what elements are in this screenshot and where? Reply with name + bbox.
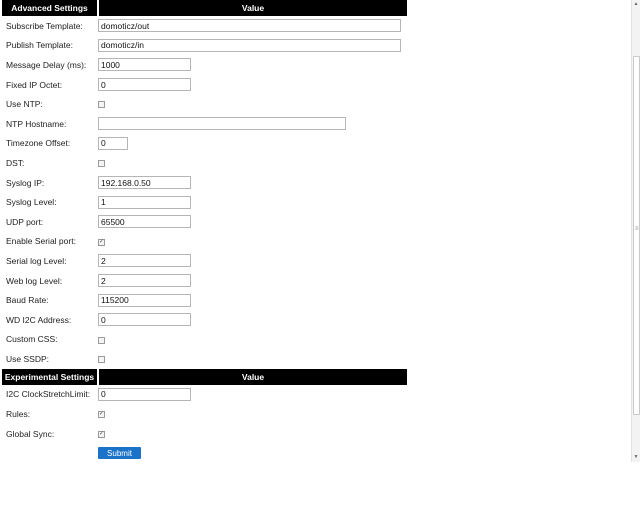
publish-template-input[interactable] <box>98 38 401 52</box>
scroll-up-arrow-icon[interactable]: ▲ <box>633 1 639 7</box>
udp-port-input[interactable] <box>98 215 191 229</box>
web-log-level-label: Web log Level: <box>6 275 63 286</box>
dst-checkbox[interactable] <box>98 160 105 168</box>
syslog-level-label: Syslog Level: <box>6 197 57 208</box>
syslog-ip-input[interactable] <box>98 176 191 190</box>
setting-row-syslog-ip: Syslog IP: <box>2 173 407 193</box>
enable-serial-port-label: Enable Serial port: <box>6 236 76 247</box>
baud-rate-input[interactable] <box>98 293 191 307</box>
use-ssdp-label: Use SSDP: <box>6 353 49 364</box>
fixed-ip-octet-input[interactable] <box>98 78 191 92</box>
use-ssdp-checkbox[interactable] <box>98 356 105 364</box>
syslog-ip-label: Syslog IP: <box>6 177 45 188</box>
subscribe-template-input[interactable] <box>98 19 401 33</box>
setting-row-custom-css: Custom CSS: <box>2 330 407 350</box>
setting-row-fixed-ip-octet: Fixed IP Octet: <box>2 75 407 95</box>
custom-css-checkbox[interactable] <box>98 336 105 344</box>
message-delay-input[interactable] <box>98 58 191 72</box>
wd-i2c-address-input[interactable] <box>98 313 191 327</box>
setting-row-timezone-offset: Timezone Offset: <box>2 134 407 154</box>
vertical-scrollbar[interactable]: ▲ ≡ ▼ <box>631 0 640 462</box>
wd-i2c-address-label: WD I2C Address: <box>6 314 72 325</box>
setting-row-publish-template: Publish Template: <box>2 36 407 56</box>
ntp-hostname-label: NTP Hostname: <box>6 118 67 129</box>
setting-row-baud-rate: Baud Rate: <box>2 290 407 310</box>
publish-template-label: Publish Template: <box>6 40 73 51</box>
setting-row-serial-log-level: Serial log Level: <box>2 251 407 271</box>
dst-label: DST: <box>6 157 25 168</box>
serial-log-level-label: Serial log Level: <box>6 255 67 266</box>
experimental-settings-header: Experimental Settings Value <box>2 368 407 385</box>
experimental-settings-heading: Experimental Settings <box>2 368 99 385</box>
i2c-clockstretchlimit-input[interactable] <box>98 387 191 401</box>
subscribe-template-label: Subscribe Template: <box>6 20 83 31</box>
setting-row-web-log-level: Web log Level: <box>2 271 407 291</box>
value-column-heading: Value <box>98 0 407 16</box>
advanced-settings-heading: Advanced Settings <box>2 0 99 16</box>
experimental-value-column-heading: Value <box>98 368 407 385</box>
setting-row-use-ntp: Use NTP: <box>2 94 407 114</box>
advanced-settings-header: Advanced Settings Value <box>2 0 407 16</box>
fixed-ip-octet-label: Fixed IP Octet: <box>6 79 63 90</box>
setting-row-subscribe-template: Subscribe Template: <box>2 16 407 36</box>
scroll-down-arrow-icon[interactable]: ▼ <box>633 454 639 460</box>
ntp-hostname-input[interactable] <box>98 117 346 131</box>
settings-table: Advanced Settings Value Subscribe Templa… <box>2 0 407 462</box>
syslog-level-input[interactable] <box>98 195 191 209</box>
custom-css-label: Custom CSS: <box>6 334 58 345</box>
submit-button[interactable]: Submit <box>98 447 141 460</box>
message-delay-label: Message Delay (ms): <box>6 59 87 70</box>
setting-row-syslog-level: Syslog Level: <box>2 192 407 212</box>
baud-rate-label: Baud Rate: <box>6 295 49 306</box>
i2c-clockstretchlimit-label: I2C ClockStretchLimit: <box>6 389 91 400</box>
use-ntp-label: Use NTP: <box>6 99 43 110</box>
setting-row-rules: Rules: ✓ <box>2 404 407 424</box>
web-log-level-input[interactable] <box>98 274 191 288</box>
setting-row-global-sync: Global Sync: ✓ <box>2 424 407 444</box>
setting-row-ntp-hostname: NTP Hostname: <box>2 114 407 134</box>
rules-label: Rules: <box>6 409 31 420</box>
rules-checkbox[interactable]: ✓ <box>98 411 105 419</box>
serial-log-level-input[interactable] <box>98 254 191 268</box>
udp-port-label: UDP port: <box>6 216 44 227</box>
submit-row: Submit <box>2 443 407 462</box>
global-sync-label: Global Sync: <box>6 428 55 439</box>
use-ntp-checkbox[interactable] <box>98 101 105 109</box>
scrollbar-thumb[interactable]: ≡ <box>633 56 640 415</box>
enable-serial-port-checkbox[interactable]: ✓ <box>98 238 105 246</box>
scrollbar-grip-icon: ≡ <box>635 226 639 232</box>
setting-row-dst: DST: <box>2 153 407 173</box>
timezone-offset-input[interactable] <box>98 136 128 150</box>
global-sync-checkbox[interactable]: ✓ <box>98 430 105 438</box>
settings-page: Advanced Settings Value Subscribe Templa… <box>0 0 632 462</box>
setting-row-i2c-clockstretchlimit: I2C ClockStretchLimit: <box>2 385 407 405</box>
setting-row-use-ssdp: Use SSDP: <box>2 349 407 369</box>
timezone-offset-label: Timezone Offset: <box>6 138 71 149</box>
setting-row-message-delay: Message Delay (ms): <box>2 55 407 75</box>
setting-row-wd-i2c-address: WD I2C Address: <box>2 310 407 330</box>
setting-row-enable-serial-port: Enable Serial port: ✓ <box>2 232 407 252</box>
setting-row-udp-port: UDP port: <box>2 212 407 232</box>
